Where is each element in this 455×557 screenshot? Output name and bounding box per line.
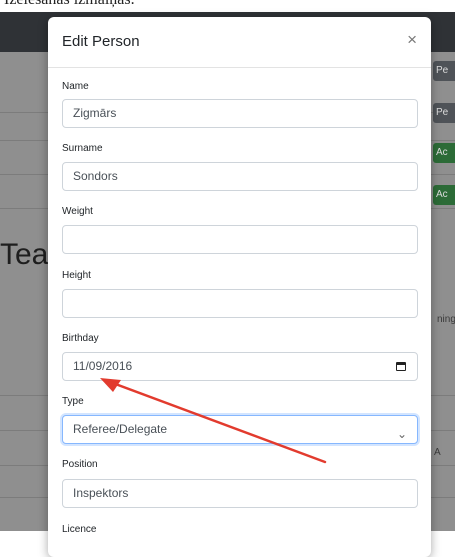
- birthday-value: 11/09/2016: [73, 359, 133, 373]
- chevron-down-icon: ⌄: [396, 427, 407, 441]
- weight-input[interactable]: [62, 225, 418, 254]
- edit-person-modal: Edit Person × Name Zigmārs Surname Sondo…: [48, 17, 431, 557]
- background-person-button: Pe: [433, 61, 455, 81]
- close-icon[interactable]: ×: [407, 30, 417, 50]
- surname-input[interactable]: Sondors: [62, 162, 418, 191]
- position-label: Position: [62, 459, 98, 470]
- height-input[interactable]: [62, 289, 418, 318]
- modal-title: Edit Person: [62, 33, 140, 50]
- background-person-button: Pe: [433, 103, 455, 123]
- birthday-label: Birthday: [62, 333, 99, 344]
- caption-text: Izelesanas izmaiņas.: [4, 0, 135, 9]
- background-action-button: Ac: [433, 143, 455, 163]
- calendar-icon[interactable]: [396, 362, 406, 371]
- background-heading: Tea: [0, 238, 49, 271]
- type-select[interactable]: Referee/Delegate ⌄: [62, 415, 418, 444]
- height-label: Height: [62, 270, 91, 281]
- surname-label: Surname: [62, 143, 103, 154]
- weight-label: Weight: [62, 206, 93, 217]
- name-label: Name: [62, 81, 89, 92]
- type-label: Type: [62, 396, 84, 407]
- modal-header: Edit Person ×: [48, 17, 431, 68]
- name-input[interactable]: Zigmārs: [62, 99, 418, 128]
- birthday-date-input[interactable]: 11/09/2016: [62, 352, 418, 381]
- background-action-button: Ac: [433, 185, 455, 205]
- type-selected-value: Referee/Delegate: [73, 422, 168, 436]
- licence-label: Licence: [62, 524, 97, 535]
- caption-strip: Izelesanas izmaiņas.: [0, 0, 455, 12]
- background-side-text: ning: [437, 314, 455, 325]
- background-side-text: A: [434, 447, 441, 458]
- position-input[interactable]: Inspektors: [62, 479, 418, 508]
